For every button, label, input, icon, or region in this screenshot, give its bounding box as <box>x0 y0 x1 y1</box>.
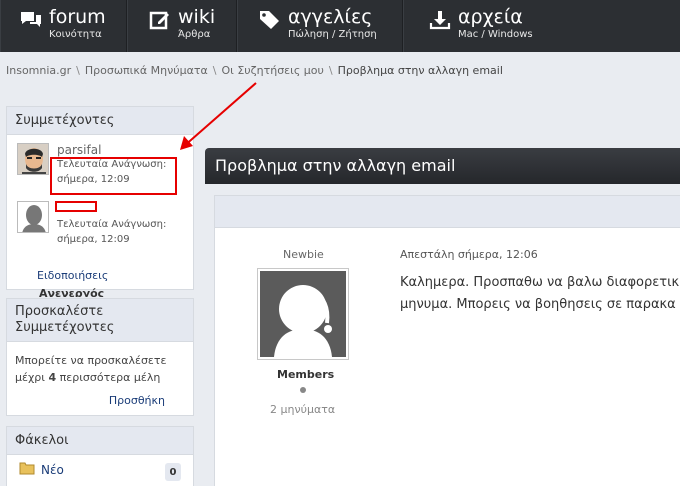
user-group: Members <box>277 368 335 381</box>
invite-count: 4 <box>48 371 57 384</box>
download-icon <box>428 8 452 32</box>
status-dot <box>300 387 306 393</box>
message-body: Καλημερα. Προσπαθω να βαλω διαφορετικ μη… <box>400 272 680 316</box>
folders-panel: Φάκελοι Νέο 0 <box>6 426 194 486</box>
add-participant-link[interactable]: Προσθήκη <box>109 394 165 407</box>
folder-label: Νέο <box>41 462 64 477</box>
breadcrumb-item[interactable]: Οι Συζητήσεις μου <box>221 64 323 77</box>
user-rank: Newbie <box>283 248 324 261</box>
breadcrumb-current: Προβλημα στην αλλαγη email <box>337 64 503 77</box>
sent-timestamp: Απεστάλη σήμερα, 12:06 <box>400 248 538 261</box>
avatar[interactable] <box>17 201 49 233</box>
chat-bubbles-icon <box>19 8 43 32</box>
redaction-box <box>55 201 97 212</box>
nav-forum[interactable]: forum Κοινότητα <box>0 0 127 52</box>
breadcrumb-separator: \ <box>76 64 80 77</box>
breadcrumb-item[interactable]: Προσωπικά Μηνύματα <box>85 64 208 77</box>
nav-subtitle: Mac / Windows <box>458 29 533 40</box>
conversation-title: Προβλημα στην αλλαγη email <box>205 148 680 184</box>
nav-files[interactable]: αρχεία Mac / Windows <box>403 0 680 52</box>
breadcrumb-separator: \ <box>328 64 333 77</box>
breadcrumb-item[interactable]: Insomnia.gr <box>6 64 71 77</box>
last-read-time: σήμερα, 12:09 <box>57 234 130 245</box>
folder-count-badge: 0 <box>165 463 181 481</box>
panel-title: Φάκελοι <box>7 427 193 455</box>
tags-icon <box>258 8 282 32</box>
nav-title: forum <box>49 6 106 28</box>
avatar[interactable] <box>17 143 49 175</box>
inactive-label: Ανενεργός <box>39 287 105 297</box>
last-read-label: Τελευταία Ανάγνωση: <box>57 219 167 230</box>
edit-icon <box>148 8 172 32</box>
nav-subtitle: Άρθρα <box>178 29 211 40</box>
nav-title: wiki <box>178 6 216 28</box>
top-navigation: forum Κοινότητα wiki Άρθρα αγγελίες Πώλη… <box>0 0 680 52</box>
post-header <box>215 196 680 228</box>
notifications-link[interactable]: Ειδοποιήσεις <box>37 269 108 282</box>
nav-title: αγγελίες <box>288 6 373 28</box>
invite-text-after: περισσότερα μέλη <box>56 371 161 384</box>
panel-title: Προσκαλέστε Συμμετέχοντες <box>7 299 193 342</box>
folder-item-new[interactable]: Νέο <box>19 461 64 478</box>
message-line: Καλημερα. Προσπαθω να βαλω διαφορετικ <box>400 275 680 290</box>
nav-classifieds[interactable]: αγγελίες Πώληση / Ζήτηση <box>237 0 403 52</box>
folder-icon <box>19 461 35 478</box>
nav-subtitle: Πώληση / Ζήτηση <box>288 29 377 40</box>
invite-text: Μπορείτε να προσκαλέσετε μέχρι 4 περισσό… <box>7 342 193 396</box>
invite-panel: Προσκαλέστε Συμμετέχοντες Μπορείτε να πρ… <box>6 298 194 416</box>
nav-title: αρχεία <box>458 6 523 28</box>
participants-panel: Συμμετέχοντες parsifal Τελευταία Ανάγνωσ… <box>6 106 194 297</box>
participant-name[interactable]: parsifal <box>57 143 166 157</box>
message-count: 2 μηνύματα <box>270 403 336 416</box>
breadcrumb-separator: \ <box>212 64 217 77</box>
panel-title: Συμμετέχοντες <box>7 107 193 135</box>
highlight-box <box>50 157 177 195</box>
breadcrumb: Insomnia.gr \ Προσωπικά Μηνύματα \ Οι Συζητή… <box>6 64 503 77</box>
nav-subtitle: Κοινότητα <box>49 29 102 40</box>
message-line: μηνυμα. Μπορεις να βοηθησεις σε παρακα <box>400 297 676 312</box>
message-post: Newbie Members 2 μηνύματα Απεστάλη σήμερ… <box>214 195 680 486</box>
post-avatar[interactable] <box>257 268 349 360</box>
nav-wiki[interactable]: wiki Άρθρα <box>127 0 237 52</box>
